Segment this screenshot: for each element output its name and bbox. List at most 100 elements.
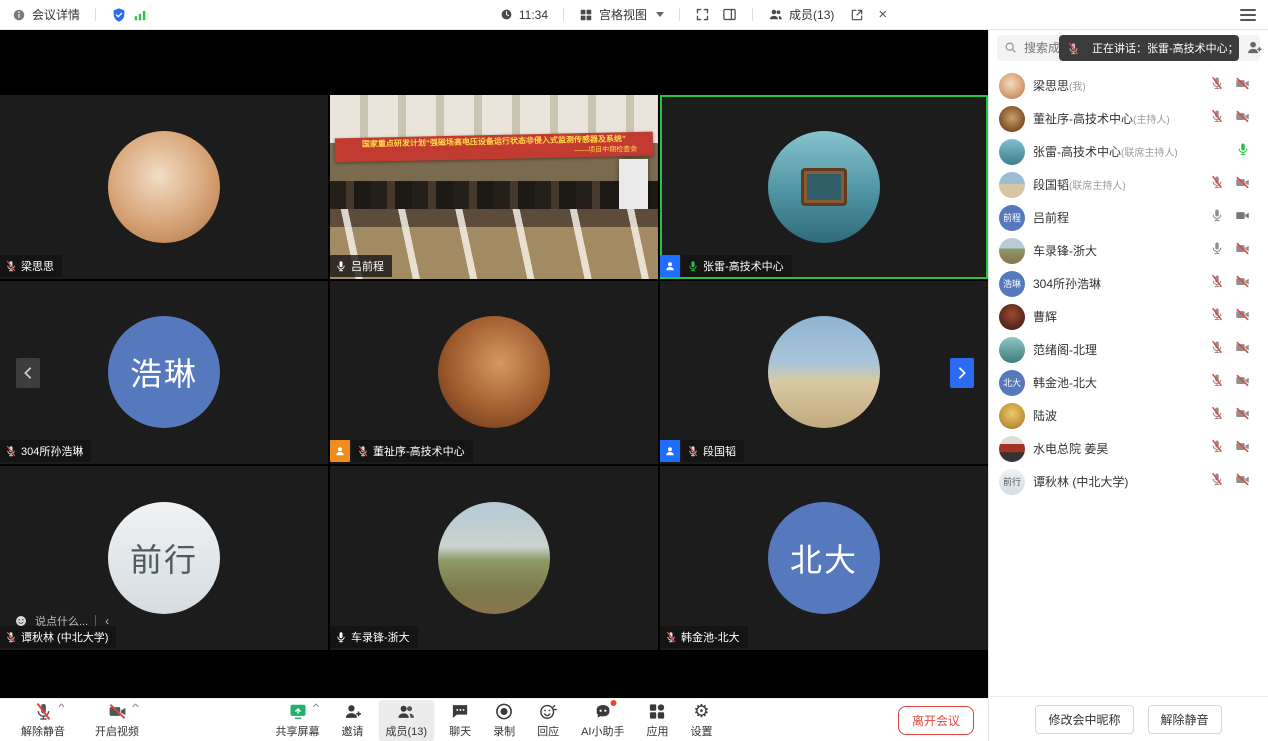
member-camera-button[interactable] bbox=[1235, 241, 1250, 261]
member-camera-button[interactable] bbox=[1235, 175, 1250, 195]
member-camera-button[interactable] bbox=[1235, 274, 1250, 294]
member-mic-button[interactable] bbox=[1210, 340, 1224, 359]
video-tile[interactable]: 浩琳 304所孙浩琳 bbox=[0, 281, 328, 465]
chat-button[interactable]: 聊天 bbox=[442, 700, 478, 741]
members-icon bbox=[397, 702, 416, 721]
unmute-button[interactable]: 解除静音 bbox=[1148, 705, 1222, 734]
member-mic-button[interactable] bbox=[1210, 472, 1224, 491]
tile-labelbar: 段国韬 bbox=[660, 440, 744, 462]
side-layout-icon[interactable] bbox=[722, 7, 737, 22]
chevron-up-icon[interactable]: ^ bbox=[313, 702, 319, 712]
camera-off-icon bbox=[1235, 472, 1250, 487]
info-icon[interactable] bbox=[12, 8, 26, 22]
member-mic-button[interactable] bbox=[1236, 142, 1250, 161]
next-page-arrow[interactable] bbox=[950, 358, 974, 388]
network-signal-icon[interactable] bbox=[133, 8, 147, 22]
tile-labelbar: 吕前程 bbox=[330, 255, 392, 277]
mic-muted-icon bbox=[357, 445, 369, 457]
member-mic-button[interactable] bbox=[1210, 208, 1224, 227]
member-camera-button[interactable] bbox=[1235, 307, 1250, 327]
toolbar-label: 回应 bbox=[537, 723, 559, 739]
camera-off-icon bbox=[1235, 439, 1250, 454]
divider bbox=[563, 8, 564, 21]
member-row[interactable]: 张雷-高技术中心(联席主持人) bbox=[989, 135, 1268, 168]
member-mic-button[interactable] bbox=[1210, 76, 1224, 95]
add-member-icon[interactable] bbox=[1246, 39, 1263, 56]
chevron-up-icon[interactable]: ^ bbox=[58, 702, 64, 712]
member-mic-button[interactable] bbox=[1210, 307, 1224, 326]
members-button[interactable]: 成员(13) bbox=[379, 700, 435, 741]
member-camera-button[interactable] bbox=[1235, 208, 1250, 228]
member-mic-button[interactable] bbox=[1210, 241, 1224, 260]
fullscreen-icon[interactable] bbox=[695, 7, 710, 22]
video-tile[interactable]: 北大 韩金池-北大 bbox=[660, 466, 988, 650]
member-row[interactable]: 前程吕前程 bbox=[989, 201, 1268, 234]
person-icon bbox=[664, 445, 676, 457]
member-row[interactable]: 范绪阁-北理 bbox=[989, 333, 1268, 366]
video-tile[interactable]: 段国韬 bbox=[660, 281, 988, 465]
invite-icon bbox=[343, 702, 362, 721]
member-camera-button[interactable] bbox=[1235, 439, 1250, 459]
meeting-window: 会议详情 11:34 宫格视图 成员(13) × bbox=[0, 0, 1268, 741]
start-video-button[interactable]: ^开启视频 bbox=[88, 700, 146, 741]
close-panel-icon[interactable]: × bbox=[878, 6, 887, 23]
meeting-details-link[interactable]: 会议详情 bbox=[32, 6, 80, 23]
ai-assistant-button[interactable]: AI小助手 bbox=[574, 700, 631, 741]
members-panel-tab[interactable]: 成员(13) bbox=[768, 6, 834, 23]
member-row[interactable]: 曹辉 bbox=[989, 300, 1268, 333]
toolbar-label: 设置 bbox=[690, 723, 712, 739]
member-camera-button[interactable] bbox=[1235, 109, 1250, 129]
member-mic-button[interactable] bbox=[1210, 406, 1224, 425]
settings-button[interactable]: ⚙设置 bbox=[683, 700, 719, 741]
member-mic-button[interactable] bbox=[1210, 175, 1224, 194]
video-tile[interactable]: 车录锋-浙大 bbox=[330, 466, 658, 650]
popout-panel-icon[interactable] bbox=[850, 8, 864, 22]
participant-name-label: 谭秋林 (中北大学) bbox=[0, 626, 116, 648]
security-shield-icon[interactable] bbox=[111, 7, 127, 23]
member-name: 304所孙浩琳 bbox=[1033, 277, 1101, 291]
unmute-button[interactable]: ^解除静音 bbox=[14, 700, 72, 741]
member-row[interactable]: 梁思思(我) bbox=[989, 69, 1268, 102]
member-mic-button[interactable] bbox=[1210, 373, 1224, 392]
video-tile[interactable]: 国家重点研发计划“强磁场高电压设备运行状态非侵入式监测传感器及系统”——项目中期… bbox=[330, 95, 658, 279]
grid-view-icon[interactable] bbox=[579, 8, 593, 22]
menu-icon[interactable] bbox=[1240, 9, 1256, 21]
member-camera-button[interactable] bbox=[1235, 76, 1250, 96]
leave-meeting-button[interactable]: 离开会议 bbox=[898, 706, 974, 735]
member-row[interactable]: 车录锋-浙大 bbox=[989, 234, 1268, 267]
member-row[interactable]: 陆波 bbox=[989, 399, 1268, 432]
member-camera-button[interactable] bbox=[1235, 373, 1250, 393]
mic-muted-icon bbox=[1210, 373, 1224, 387]
reactions-button[interactable]: 回应 bbox=[530, 700, 566, 741]
cohost-badge bbox=[660, 255, 680, 277]
view-mode-selector[interactable]: 宫格视图 bbox=[599, 6, 647, 23]
member-camera-button[interactable] bbox=[1235, 472, 1250, 492]
member-row[interactable]: 董祉序-高技术中心(主持人) bbox=[989, 102, 1268, 135]
member-row[interactable]: 浩琳304所孙浩琳 bbox=[989, 267, 1268, 300]
video-tile[interactable]: 董祉序-高技术中心 bbox=[330, 281, 658, 465]
prev-page-arrow[interactable] bbox=[16, 358, 40, 388]
member-row[interactable]: 前行谭秋林 (中北大学) bbox=[989, 465, 1268, 498]
host-badge bbox=[330, 440, 350, 462]
member-role: (主持人) bbox=[1133, 115, 1170, 126]
member-row[interactable]: 段国韬(联席主持人) bbox=[989, 168, 1268, 201]
record-button[interactable]: 录制 bbox=[486, 700, 522, 741]
share-screen-button[interactable]: ^共享屏幕 bbox=[269, 700, 327, 741]
member-mic-button[interactable] bbox=[1210, 274, 1224, 293]
member-mic-button[interactable] bbox=[1210, 439, 1224, 458]
member-mic-button[interactable] bbox=[1210, 109, 1224, 128]
rename-button[interactable]: 修改会中昵称 bbox=[1035, 705, 1133, 734]
apps-button[interactable]: 应用 bbox=[639, 700, 675, 741]
tile-labelbar: 韩金池-北大 bbox=[660, 626, 748, 648]
chat-icon bbox=[451, 702, 470, 721]
member-row[interactable]: 水电总院 姜昊 bbox=[989, 432, 1268, 465]
chevron-up-icon[interactable]: ^ bbox=[132, 702, 138, 712]
video-tile[interactable]: 前行 谭秋林 (中北大学) 说点什么... ‹ bbox=[0, 466, 328, 650]
member-row[interactable]: 北大韩金池-北大 bbox=[989, 366, 1268, 399]
invite-button[interactable]: 邀请 bbox=[335, 700, 371, 741]
video-tile[interactable]: 张雷-高技术中心 bbox=[660, 95, 988, 279]
video-tile[interactable]: 梁思思 bbox=[0, 95, 328, 279]
cohost-badge bbox=[660, 440, 680, 462]
member-camera-button[interactable] bbox=[1235, 340, 1250, 360]
member-camera-button[interactable] bbox=[1235, 406, 1250, 426]
